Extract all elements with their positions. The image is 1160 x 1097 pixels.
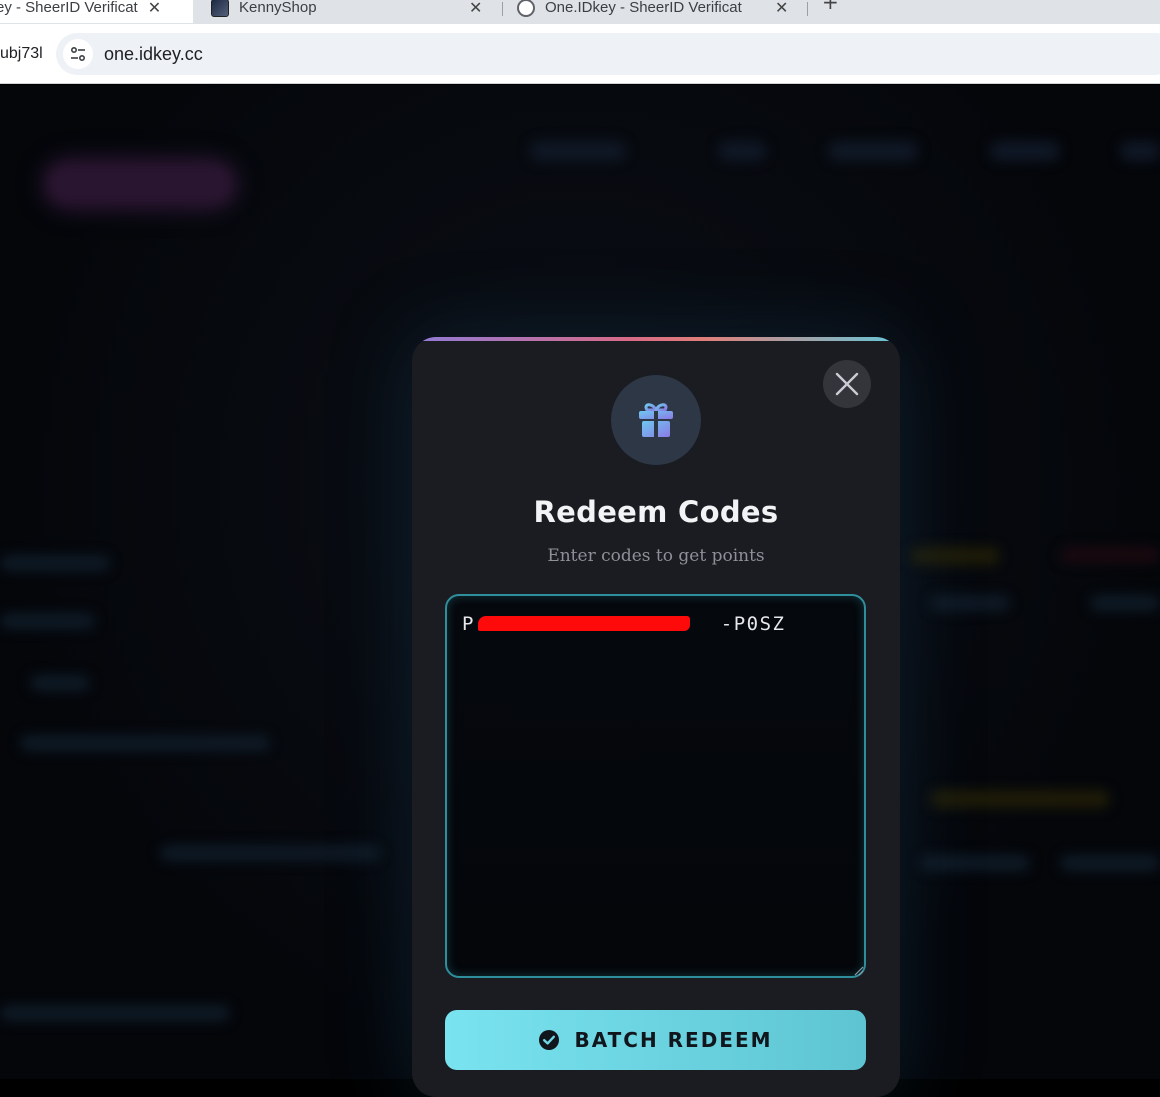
modal-accent-bar: [412, 337, 900, 341]
blurred-row: [160, 845, 380, 861]
omnibox[interactable]: one.idkey.cc: [56, 33, 1160, 75]
batch-redeem-label: BATCH REDEEM: [574, 1028, 773, 1052]
blurred-row: [1060, 855, 1160, 871]
blurred-row: [1090, 595, 1160, 611]
blurred-logo: [46, 163, 234, 205]
tab-oneidkey[interactable]: One.IDkey - SheerID Verificat ✕: [517, 0, 797, 23]
blurred-row: [0, 555, 110, 571]
tab-close-icon[interactable]: ✕: [775, 0, 788, 18]
url-text[interactable]: one.idkey.cc: [104, 44, 203, 65]
blurred-row: [0, 1005, 230, 1021]
tab-separator: [502, 2, 503, 16]
blurred-badge: [930, 790, 1110, 808]
blurred-nav-item: [990, 141, 1060, 161]
redeem-codes-modal: Redeem Codes Enter codes to get points P…: [412, 337, 900, 1097]
tab-title: One.IDkey - SheerID Verificat: [545, 0, 742, 16]
redaction-mark: [478, 616, 690, 631]
blurred-row: [30, 675, 90, 691]
close-button[interactable]: [823, 360, 871, 408]
globe-favicon-icon: [517, 0, 535, 17]
blurred-nav-item: [1120, 141, 1160, 161]
address-bar-row: ubj73l one.idkey.cc: [0, 24, 1160, 84]
new-tab-button[interactable]: +: [822, 0, 839, 14]
tab-close-icon[interactable]: ✕: [148, 0, 161, 18]
modal-subtitle: Enter codes to get points: [547, 546, 765, 566]
tab-separator: [807, 2, 808, 16]
blurred-badge: [910, 547, 1000, 565]
gift-badge: [611, 375, 701, 465]
resize-handle-icon[interactable]: [852, 964, 864, 976]
tab-kennyshop[interactable]: KennyShop ✕: [211, 0, 491, 23]
blurred-nav-item: [828, 141, 918, 161]
modal-title: Redeem Codes: [533, 495, 779, 529]
batch-redeem-button[interactable]: BATCH REDEEM: [445, 1010, 866, 1070]
check-circle-icon: [539, 1030, 560, 1050]
blurred-row: [20, 735, 270, 751]
blurred-row: [920, 855, 1030, 871]
blurred-row: [930, 595, 1010, 611]
browser-tab-strip: ey - SheerID Verificat ✕ KennyShop ✕ One…: [0, 0, 1160, 24]
profile-label: ubj73l: [0, 45, 43, 62]
blurred-nav-item: [718, 141, 766, 161]
gift-icon: [639, 403, 673, 437]
tab-close-icon[interactable]: ✕: [469, 0, 482, 18]
blurred-badge: [1060, 547, 1160, 563]
codes-textarea[interactable]: P -P0SZ: [445, 594, 866, 978]
tune-icon: [70, 46, 86, 62]
kennyshop-favicon-icon: [211, 0, 229, 17]
blurred-nav-item: [530, 141, 626, 161]
tab-title: ey - SheerID Verificat: [0, 0, 138, 16]
close-icon: [835, 372, 859, 396]
tab-sheerid-verification[interactable]: ey - SheerID Verificat ✕: [0, 0, 193, 23]
blurred-row: [0, 613, 95, 629]
tab-title: KennyShop: [239, 0, 317, 16]
site-info-button[interactable]: [63, 39, 93, 69]
